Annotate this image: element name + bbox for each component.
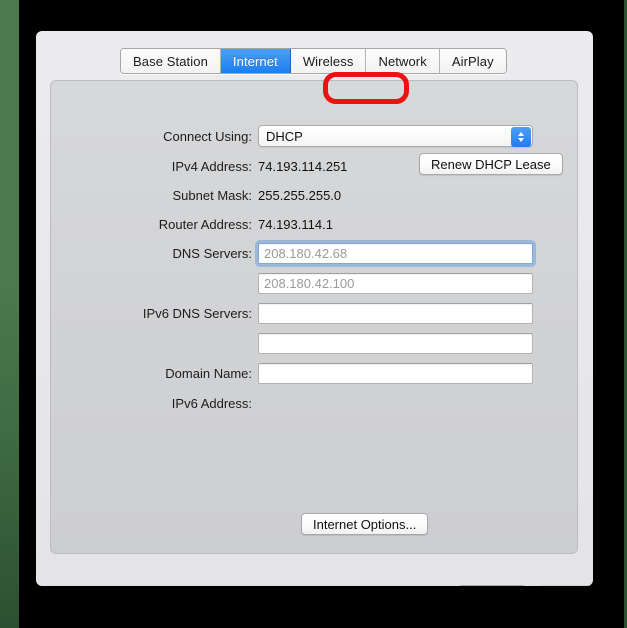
- row-subnet-mask: Subnet Mask: 255.255.255.0: [51, 184, 577, 206]
- tab-internet[interactable]: Internet: [220, 49, 291, 73]
- ipv6-address-label: IPv6 Address:: [171, 395, 252, 411]
- connect-using-value: DHCP: [266, 128, 303, 144]
- tab-label: Network: [378, 53, 427, 69]
- chevron-up-icon: [518, 132, 524, 136]
- tab-label: Internet: [232, 53, 278, 69]
- ipv6-dns-server-primary-input[interactable]: [258, 302, 533, 324]
- internet-options-button[interactable]: Internet Options...: [301, 513, 429, 535]
- subnet-mask-value: 255.255.255.0: [258, 187, 342, 203]
- router-address-value: 74.193.114.1: [258, 216, 333, 232]
- chevron-down-icon: [518, 138, 524, 142]
- ipv4-address-label: IPv4 Address:: [171, 158, 252, 174]
- row-ipv6-dns-servers-secondary: [51, 332, 577, 354]
- subnet-mask-label: Subnet Mask:: [172, 187, 253, 203]
- tab-airplay[interactable]: AirPlay: [439, 49, 506, 73]
- renew-dhcp-lease-button[interactable]: Renew DHCP Lease: [419, 153, 563, 175]
- screenshot-canvas: Base Station Internet Wireless Network A…: [0, 0, 627, 628]
- tab-base-station[interactable]: Base Station: [121, 49, 221, 73]
- router-address-label: Router Address:: [158, 216, 252, 232]
- ipv6-dns-server-secondary-input[interactable]: [258, 332, 533, 354]
- cancel-button[interactable]: Cancel: [458, 585, 526, 586]
- row-connect-using: Connect Using: DHCP: [51, 125, 577, 147]
- update-button: Update: [537, 585, 593, 586]
- row-router-address: Router Address: 74.193.114.1: [51, 213, 577, 235]
- row-dns-servers: DNS Servers:: [51, 242, 577, 264]
- airport-utility-settings-window: Base Station Internet Wireless Network A…: [36, 31, 593, 586]
- tab-network[interactable]: Network: [366, 49, 440, 73]
- dns-servers-label: DNS Servers:: [172, 245, 252, 261]
- row-ipv6-dns-servers: IPv6 DNS Servers:: [51, 302, 577, 324]
- connect-using-popup[interactable]: DHCP: [258, 125, 533, 147]
- row-domain-name: Domain Name:: [51, 362, 577, 384]
- row-dns-servers-secondary: [51, 272, 577, 294]
- tab-label: AirPlay: [451, 53, 494, 69]
- tab-label: Wireless: [302, 53, 354, 69]
- dns-server-secondary-input[interactable]: [258, 272, 533, 294]
- tab-bar: Base Station Internet Wireless Network A…: [120, 48, 507, 74]
- tab-label: Base Station: [133, 53, 208, 69]
- connect-using-label: Connect Using:: [163, 128, 252, 144]
- chevron-updown-icon[interactable]: [511, 127, 531, 147]
- desktop-backdrop-left: [0, 0, 19, 628]
- dns-server-primary-input[interactable]: [258, 242, 533, 264]
- domain-name-input[interactable]: [258, 362, 533, 384]
- ipv6-dns-servers-label: IPv6 DNS Servers:: [142, 305, 252, 321]
- internet-settings-panel: Connect Using: DHCP IPv4 Address: 74.193…: [50, 80, 578, 554]
- row-ipv6-address: IPv6 Address:: [51, 392, 577, 414]
- ipv4-address-value: 74.193.114.251: [258, 158, 348, 174]
- tab-wireless[interactable]: Wireless: [290, 49, 367, 73]
- domain-name-label: Domain Name:: [165, 365, 252, 381]
